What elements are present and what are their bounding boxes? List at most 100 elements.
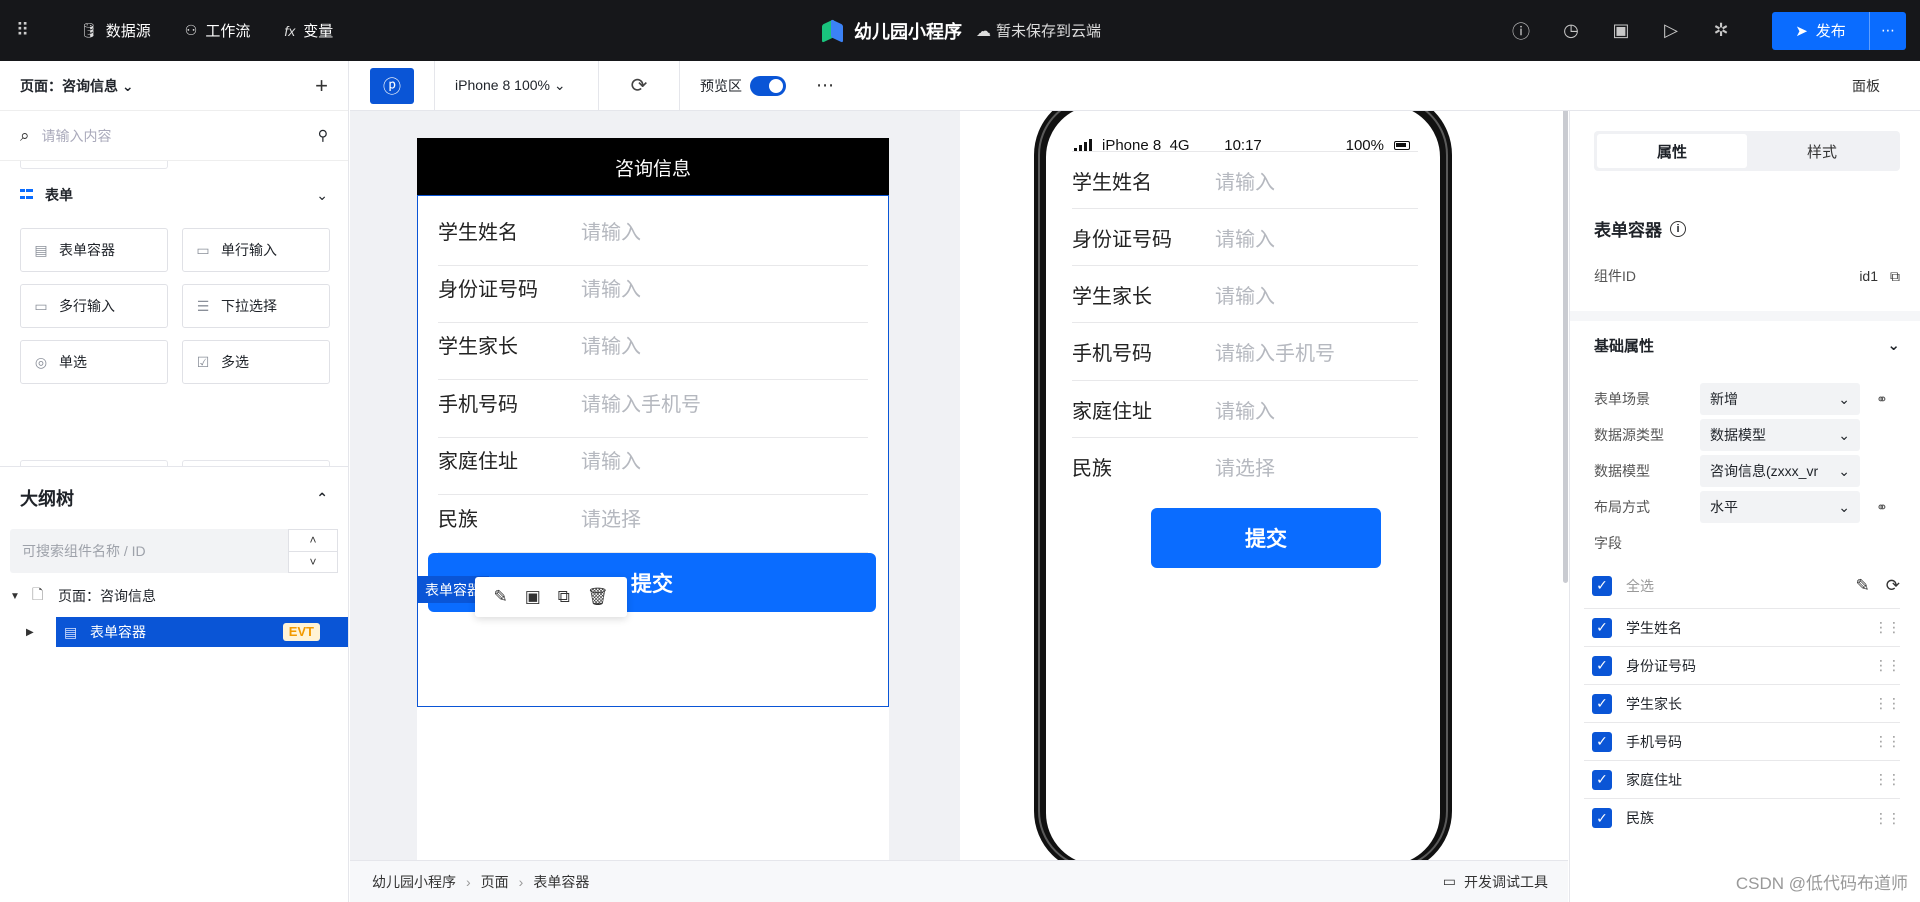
link-icon[interactable]: ⚭ [1876, 499, 1888, 516]
refresh-icon[interactable]: ⟳ [599, 73, 679, 98]
editor-form-container[interactable]: 学生姓名 请输入 身份证号码 请输入 学生家长 请输入 手机号码 请输入手机号 家庭住址… [417, 195, 889, 707]
preview-toggle[interactable] [750, 75, 786, 96]
datasource-type-select[interactable]: 数据模型 ⌄ [1700, 419, 1860, 451]
breadcrumb-component[interactable]: 表单容器 [533, 872, 589, 892]
panel-button[interactable]: 面板 [1852, 76, 1880, 96]
preview-field[interactable]: 身份证号码 请输入 [1072, 209, 1418, 266]
field-checkbox[interactable]: ✓ [1592, 617, 1612, 638]
field-checkbox[interactable]: ✓ [1592, 731, 1612, 752]
save-template-icon[interactable]: ▣ [525, 587, 541, 607]
component-multi-input[interactable]: ▭ 多行输入 [20, 284, 168, 328]
drag-handle-icon[interactable]: ⋮⋮ [1874, 657, 1901, 674]
select-icon: ☰ [196, 297, 210, 314]
layout-select[interactable]: 水平 ⌄ [1700, 491, 1860, 523]
component-search[interactable]: ⌕ 请输入内容 ⚲ [0, 111, 348, 161]
preview-field[interactable]: 家庭住址 请输入 [1072, 381, 1418, 438]
drag-handle-icon[interactable]: ⋮⋮ [1874, 810, 1901, 827]
checkbox-icon: ☑ [196, 353, 210, 370]
variables-menu[interactable]: fx 变量 [284, 20, 333, 41]
data-model-select[interactable]: 咨询信息(zxxx_vr ⌄ [1700, 455, 1860, 487]
editor-field[interactable]: 民族 请选择 [438, 483, 868, 553]
page-icon: 🗋 [32, 586, 44, 602]
edit-icon[interactable]: ✎ [493, 587, 507, 607]
devtools-button[interactable]: ▭ 开发调试工具 [1443, 872, 1548, 892]
help-icon[interactable]: ⓘ [1496, 18, 1546, 44]
refresh-icon[interactable]: ⟳ [1886, 576, 1900, 596]
component-radio[interactable]: ◎ 单选 [20, 340, 168, 384]
debug-icon[interactable]: ✲ [1696, 20, 1746, 41]
chevron-down-icon: ⌄ [1887, 337, 1900, 354]
info-icon[interactable]: i [1670, 220, 1686, 237]
history-icon[interactable]: ◷ [1546, 20, 1596, 41]
properties-tabs: 属性 样式 [1594, 131, 1900, 171]
caret-right-icon[interactable]: ▶ [26, 627, 40, 638]
drag-handle-icon[interactable]: ⋮⋮ [1874, 619, 1901, 636]
drag-handle-icon[interactable]: ⋮⋮ [1874, 771, 1901, 788]
caret-down-icon[interactable]: ▼ [10, 591, 24, 602]
datasource-menu[interactable]: 🛢 数据源 [80, 20, 151, 41]
fx-icon: fx [284, 22, 296, 39]
tab-styles[interactable]: 样式 [1747, 134, 1897, 168]
preview-play-icon[interactable]: ▷ [1646, 20, 1696, 41]
chevron-down-icon: ⌄ [1838, 390, 1850, 407]
tree-node-page[interactable]: ▼ 🗋 页面：咨询信息 [0, 579, 348, 613]
preview-field[interactable]: 学生姓名 请输入 [1072, 151, 1418, 209]
field-checkbox[interactable]: ✓ [1592, 655, 1612, 676]
breadcrumb-app[interactable]: 幼儿园小程序 [372, 872, 456, 892]
prop-layout: 布局方式 水平 ⌄ ⚭ [1594, 491, 1900, 523]
component-single-input[interactable]: ▭ 单行输入 [182, 228, 330, 272]
miniprogram-icon[interactable]: ⓟ [370, 67, 414, 104]
component-title: 表单容器 i [1594, 216, 1686, 241]
chevron-up-icon[interactable]: ˄ [289, 530, 337, 552]
publish-button[interactable]: ➤ 发布 ⋯ [1772, 11, 1906, 50]
preview-submit-button[interactable]: 提交 [1151, 508, 1381, 568]
page-selector[interactable]: 页面：咨询信息 ⌄ [20, 76, 134, 96]
tab-properties[interactable]: 属性 [1597, 134, 1747, 168]
add-page-icon[interactable]: + [315, 73, 328, 99]
component-checkbox[interactable]: ☑ 多选 [182, 340, 330, 384]
design-canvas: 咨询信息 学生姓名 请输入 身份证号码 请输入 学生家长 请输入 手机号码 请输入手机号… [350, 111, 1568, 860]
component-form-container[interactable]: ▤ 表单容器 [20, 228, 168, 272]
delete-icon[interactable]: 🗑 [587, 587, 609, 607]
chevron-down-icon[interactable]: ˅ [289, 552, 337, 573]
editor-page[interactable]: 咨询信息 学生姓名 请输入 身份证号码 请输入 学生家长 请输入 手机号码 请输入手机号… [417, 138, 889, 860]
preview-field[interactable]: 手机号码 请输入手机号 [1072, 323, 1418, 381]
drag-handle-icon[interactable]: ⋮⋮ [1874, 733, 1901, 750]
edit-icon[interactable]: ✎ [1856, 576, 1870, 596]
save-status-text: 暂未保存到云端 [996, 23, 1102, 40]
copy-icon[interactable]: ⧉ [558, 587, 570, 607]
select-all-checkbox[interactable]: ✓ [1592, 575, 1612, 596]
copy-icon[interactable]: ⧉ [1890, 268, 1900, 285]
expand-collapse-icon[interactable]: ⌃ [316, 490, 328, 507]
device-selector[interactable]: iPhone 8 100% ⌄ [435, 77, 598, 94]
save-icon[interactable]: ▣ [1596, 20, 1646, 41]
evt-badge[interactable]: EVT [282, 623, 320, 641]
preview-field[interactable]: 民族 请选择 [1072, 438, 1418, 495]
drag-handle-icon[interactable]: ⋮⋮ [1874, 695, 1901, 712]
outline-search: 可搜索组件名称 / ID ˄ ˅ [10, 529, 338, 573]
component-library-icon[interactable]: ⚲ [318, 127, 328, 144]
tree-node-form-container[interactable]: ▶ ▤ 表单容器 EVT [0, 615, 348, 649]
component-search-input[interactable]: 请输入内容 [42, 126, 112, 146]
field-checkbox[interactable]: ✓ [1592, 693, 1612, 714]
form-scene-select[interactable]: 新增 ⌄ [1700, 383, 1860, 415]
basic-props-header[interactable]: 基础属性 ⌄ [1594, 325, 1900, 365]
publish-more-icon[interactable]: ⋯ [1870, 22, 1906, 39]
field-checkbox[interactable]: ✓ [1592, 769, 1612, 790]
outline-search-input[interactable]: 可搜索组件名称 / ID [10, 529, 288, 573]
canvas-scrollbar[interactable] [1563, 111, 1568, 583]
field-checkbox[interactable]: ✓ [1592, 808, 1612, 828]
publish-label: 发布 [1815, 23, 1846, 40]
signal-icon [1074, 138, 1092, 152]
workflow-label: 工作流 [205, 23, 251, 40]
bottom-bar: 幼儿园小程序 › 页面 › 表单容器 ▭ 开发调试工具 [350, 860, 1568, 902]
app-grid-icon[interactable]: ⠿ [16, 20, 46, 41]
prop-datasource-type: 数据源类型 数据模型 ⌄ [1594, 419, 1900, 451]
preview-field[interactable]: 学生家长 请输入 [1072, 266, 1418, 323]
more-icon[interactable]: ⋯ [816, 75, 834, 96]
workflow-menu[interactable]: ⚇ 工作流 [185, 20, 251, 41]
component-select[interactable]: ☰ 下拉选择 [182, 284, 330, 328]
breadcrumb-page[interactable]: 页面 [481, 872, 509, 892]
form-group-header[interactable]: 表单 ⌄ [20, 185, 328, 205]
link-icon[interactable]: ⚭ [1876, 391, 1888, 408]
